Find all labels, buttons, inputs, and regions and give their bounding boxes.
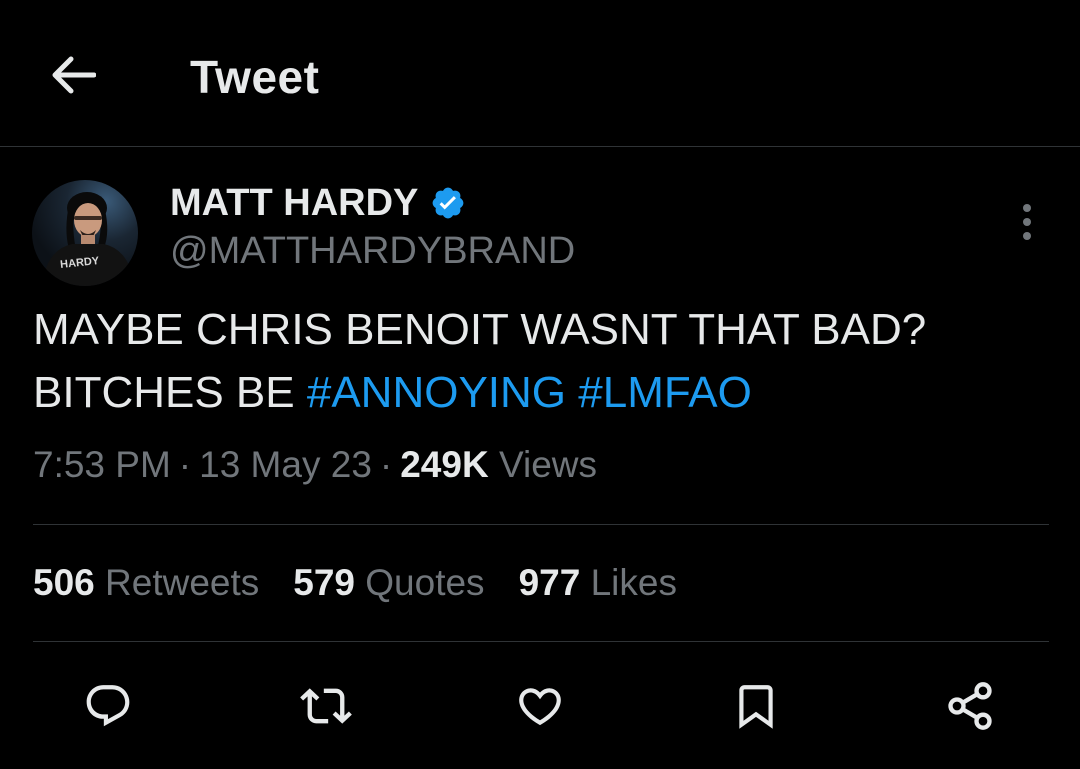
share-icon bbox=[948, 682, 992, 730]
back-button[interactable] bbox=[46, 48, 100, 102]
views-label[interactable]: Views bbox=[499, 444, 597, 485]
hashtag-link[interactable]: #LMFAO bbox=[578, 368, 752, 417]
retweets-count: 506 bbox=[33, 562, 95, 603]
verified-badge-icon bbox=[430, 185, 466, 221]
action-bar bbox=[0, 672, 1080, 740]
share-button[interactable] bbox=[942, 678, 998, 734]
tweet-text-segment: BITCHES BE bbox=[33, 368, 307, 417]
tweet-text-line: BITCHES BE #ANNOYING #LMFAO bbox=[33, 361, 1043, 424]
likes-stat[interactable]: 977 Likes bbox=[519, 562, 677, 604]
arrow-left-icon bbox=[52, 56, 96, 94]
author-name[interactable]: MATT HARDY bbox=[170, 182, 418, 225]
reply-button[interactable] bbox=[80, 678, 136, 734]
engagement-stats: 506 Retweets 579 Quotes 977 Likes bbox=[33, 562, 711, 604]
quotes-label: Quotes bbox=[365, 562, 485, 603]
divider bbox=[33, 641, 1049, 642]
separator-dot: · bbox=[178, 444, 192, 485]
author-handle[interactable]: @MATTHARDYBRAND bbox=[170, 230, 575, 273]
likes-label: Likes bbox=[590, 562, 677, 603]
bookmark-icon bbox=[739, 685, 773, 729]
hashtag-link[interactable]: #ANNOYING bbox=[307, 368, 566, 417]
quotes-count: 579 bbox=[293, 562, 355, 603]
divider bbox=[33, 524, 1049, 525]
like-button[interactable] bbox=[512, 678, 568, 734]
retweet-icon bbox=[300, 688, 352, 724]
separator-dot: · bbox=[379, 444, 393, 485]
tweet-time[interactable]: 7:53 PM bbox=[33, 444, 171, 485]
more-options-button[interactable] bbox=[1008, 198, 1046, 246]
tweet-meta: 7:53 PM · 13 May 23 · 249K Views bbox=[33, 444, 597, 486]
views-count[interactable]: 249K bbox=[400, 444, 488, 485]
retweets-stat[interactable]: 506 Retweets bbox=[33, 562, 259, 604]
tweet-text: MAYBE CHRIS BENOIT WASNT THAT BAD? BITCH… bbox=[33, 298, 1043, 424]
bookmark-button[interactable] bbox=[728, 678, 784, 734]
like-icon bbox=[519, 688, 561, 726]
likes-count: 977 bbox=[518, 562, 581, 603]
reply-icon bbox=[86, 685, 130, 727]
profile-photo: HARDY bbox=[42, 192, 134, 286]
tweet-text-line: MAYBE CHRIS BENOIT WASNT THAT BAD? bbox=[33, 305, 927, 354]
top-bar: Tweet bbox=[0, 0, 1080, 147]
page-title: Tweet bbox=[190, 51, 320, 103]
quotes-stat[interactable]: 579 Quotes bbox=[293, 562, 484, 604]
tweet-date[interactable]: 13 May 23 bbox=[199, 444, 372, 485]
avatar[interactable]: HARDY bbox=[32, 180, 138, 286]
author-name-row: MATT HARDY bbox=[170, 180, 466, 226]
retweets-label: Retweets bbox=[105, 562, 260, 603]
more-vertical-icon bbox=[1023, 204, 1031, 240]
retweet-button[interactable] bbox=[298, 678, 354, 734]
